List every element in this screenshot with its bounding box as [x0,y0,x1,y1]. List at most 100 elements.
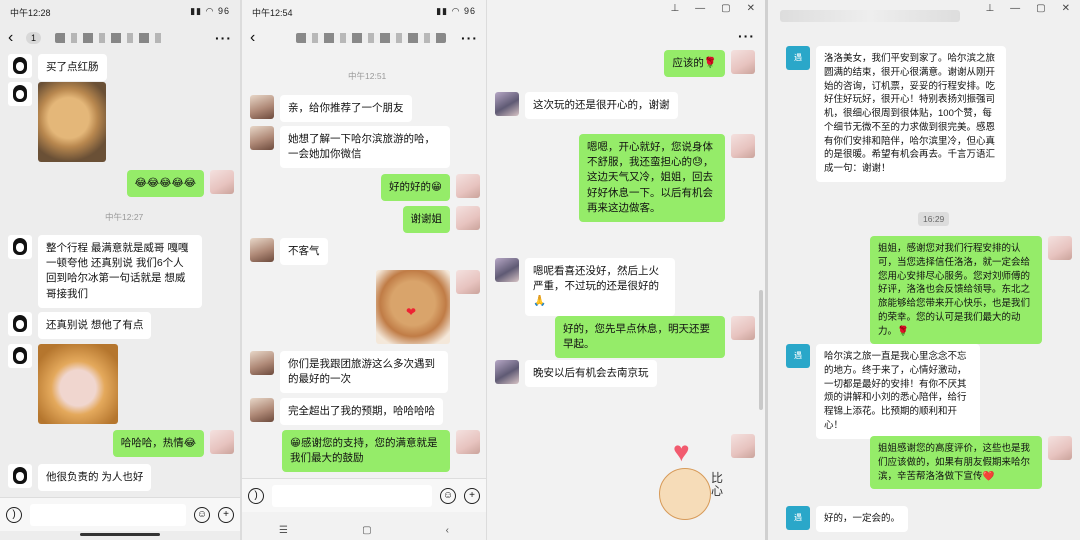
more-options-icon[interactable]: ··· [461,30,478,46]
window-controls: ⊥ — ▢ ✕ [975,0,1080,20]
status-time: 中午12:54 [252,8,293,18]
cat-sticker-face [659,468,711,520]
avatar[interactable] [250,95,274,119]
message-bubble[interactable]: 她想了解一下哈尔滨旅游的哈，一会她加你微信 [280,126,450,169]
message-bubble[interactable]: 😂😂😂😂😂 [126,170,204,198]
back-key-icon[interactable]: ‹ [446,525,449,536]
message-left: 完全超出了我的预期，哈哈哈哈 [250,398,449,426]
home-indicator [80,533,160,536]
avatar[interactable] [731,316,755,340]
message-bubble[interactable]: 你们是我跟团旅游这么多次遇到的最好的一次 [280,351,448,394]
avatar[interactable] [731,434,755,458]
message-bubble[interactable]: 谢谢姐 [402,206,450,234]
avatar[interactable] [8,54,32,78]
avatar[interactable] [495,360,519,384]
avatar[interactable] [8,312,32,336]
more-options-icon[interactable]: ··· [738,28,755,44]
avatar[interactable] [456,430,480,454]
home-key-icon[interactable]: ▢ [362,525,371,536]
avatar[interactable] [250,238,274,262]
back-arrow-icon[interactable]: ‹ [250,29,266,47]
redacted-contact-name [55,33,166,43]
timestamp: 中午12:27 [105,212,144,222]
voice-icon[interactable]: ) [6,506,22,523]
emoji-icon[interactable]: ☺ [440,487,456,504]
maximize-icon[interactable]: ▢ [721,3,730,17]
message-bubble[interactable]: 完全超出了我的预期，哈哈哈哈 [280,398,443,426]
avatar[interactable] [1048,236,1072,260]
scrollbar[interactable] [759,290,763,410]
voice-icon[interactable]: ) [248,487,264,504]
message-bubble[interactable]: 应该的🌹 [664,50,725,78]
avatar[interactable]: 遇 [786,506,810,530]
menu-key-icon[interactable]: ☰ [279,525,288,536]
more-options-icon[interactable]: ··· [215,30,232,46]
message-bubble[interactable]: 不客气 [280,238,328,266]
message-right: 好的，您先早点休息，明天还要早起。 [549,316,755,359]
message-bubble[interactable]: 洛洛美女，我们平安到家了。哈尔滨之旅圆满的结束，很开心很满意。谢谢从刚开始的咨询… [816,46,1006,182]
close-icon[interactable]: ✕ [747,3,755,17]
maximize-icon[interactable]: ▢ [1036,3,1045,17]
pin-icon[interactable]: ⊥ [670,3,679,17]
avatar[interactable] [210,170,234,194]
avatar[interactable] [731,50,755,74]
message-bubble[interactable]: 好的好的😁 [381,174,450,202]
chat-panel-1: 中午12:28 ▮▮ ◠ 96 ‹ 1 ··· 买了点红肠 😂😂😂😂😂 中午12… [0,0,240,540]
avatar[interactable] [210,430,234,454]
message-bubble[interactable]: 晚安以后有机会去南京玩 [525,360,657,388]
message-bubble[interactable]: 好的，您先早点休息，明天还要早起。 [555,316,725,359]
avatar[interactable] [8,235,32,259]
sticker-message[interactable]: ♥ 比心 [655,438,727,528]
avatar[interactable]: 遇 [786,344,810,368]
redacted-contact-name [296,33,446,43]
photo-message[interactable] [376,270,450,344]
avatar[interactable] [495,258,519,282]
message-input[interactable] [30,503,186,526]
avatar[interactable] [8,344,32,368]
message-bubble[interactable]: 亲，给你推荐了一个朋友 [280,95,412,123]
message-bubble[interactable]: 姐姐，感谢您对我们行程安排的认可，当您选择信任洛洛，就一定会给您用心安排尽心服务… [870,236,1042,345]
message-bubble[interactable]: 好的，一定会的。 [816,506,909,532]
avatar[interactable] [456,206,480,230]
photo-message[interactable] [38,82,106,162]
chat-panel-2: 中午12:54 ▮▮ ◠ 96 ‹ ··· 中午12:51 亲，给你推荐了一个朋… [242,0,486,540]
emoji-icon[interactable]: ☺ [194,506,210,523]
avatar[interactable] [250,126,274,150]
avatar[interactable] [250,351,274,375]
photo-message[interactable] [38,344,118,424]
avatar[interactable] [250,398,274,422]
message-bubble[interactable]: 哈尔滨之旅一直是我心里念念不忘的地方。终于来了，心情好激动，一切都是最好的安排！… [816,344,980,439]
message-bubble[interactable]: 姐姐感谢您的高度评价，这些也是我们应该做的，如果有朋友假期来哈尔滨，辛苦帮洛洛做… [870,436,1042,490]
close-icon[interactable]: ✕ [1062,3,1070,17]
message-bubble[interactable]: 嗯呢看喜还没好，然后上火严重，不过玩的还是很好的🙏 [525,258,675,316]
message-right-sticker [731,434,755,458]
pin-icon[interactable]: ⊥ [985,3,994,17]
avatar[interactable] [731,134,755,158]
message-bubble[interactable]: 😁感谢您的支持，您的满意就是我们最大的鼓励 [282,430,450,473]
avatar[interactable]: 遇 [786,46,810,70]
message-left: 这次玩的还是很开心的，谢谢 [495,92,684,120]
message-bubble[interactable]: 嗯嗯，开心就好，您说身体不舒服，我还蛮担心的😓，这边天气又冷，姐姐，回去好好休息… [579,134,725,223]
message-bubble[interactable]: 这次玩的还是很开心的，谢谢 [525,92,678,120]
avatar[interactable] [495,92,519,116]
avatar[interactable] [1048,436,1072,460]
message-bubble[interactable]: 买了点红肠 [38,54,107,82]
message-right: 嗯嗯，开心就好，您说身体不舒服，我还蛮担心的😓，这边天气又冷，姐姐，回去好好休息… [573,134,755,223]
plus-icon[interactable]: + [218,506,234,523]
message-input[interactable] [272,484,432,507]
back-arrow-icon[interactable]: ‹ [8,29,24,47]
avatar[interactable] [8,82,32,106]
chat-panel-4: ⊥ — ▢ ✕ 遇 洛洛美女，我们平安到家了。哈尔滨之旅圆满的结束，很开心很满意… [768,0,1080,540]
minimize-icon[interactable]: — [1010,3,1020,17]
message-bubble[interactable]: 整个行程 最满意就是威哥 嘎嘎一顿夸他 还真别说 我们6个人回到哈尔冰第一句话就… [38,235,202,308]
message-bubble[interactable]: 还真别说 想他了有点 [38,312,152,340]
message-bubble[interactable]: 哈哈哈，热情😂 [112,430,204,458]
message-left: 买了点红肠 [8,54,113,82]
message-bubble[interactable]: 他很负责的 为人也好 [38,464,152,492]
avatar[interactable] [456,270,480,294]
plus-icon[interactable]: + [464,487,480,504]
avatar[interactable] [8,464,32,488]
avatar[interactable] [456,174,480,198]
minimize-icon[interactable]: — [695,3,705,17]
message-left: 你们是我跟团旅游这么多次遇到的最好的一次 [250,351,454,394]
